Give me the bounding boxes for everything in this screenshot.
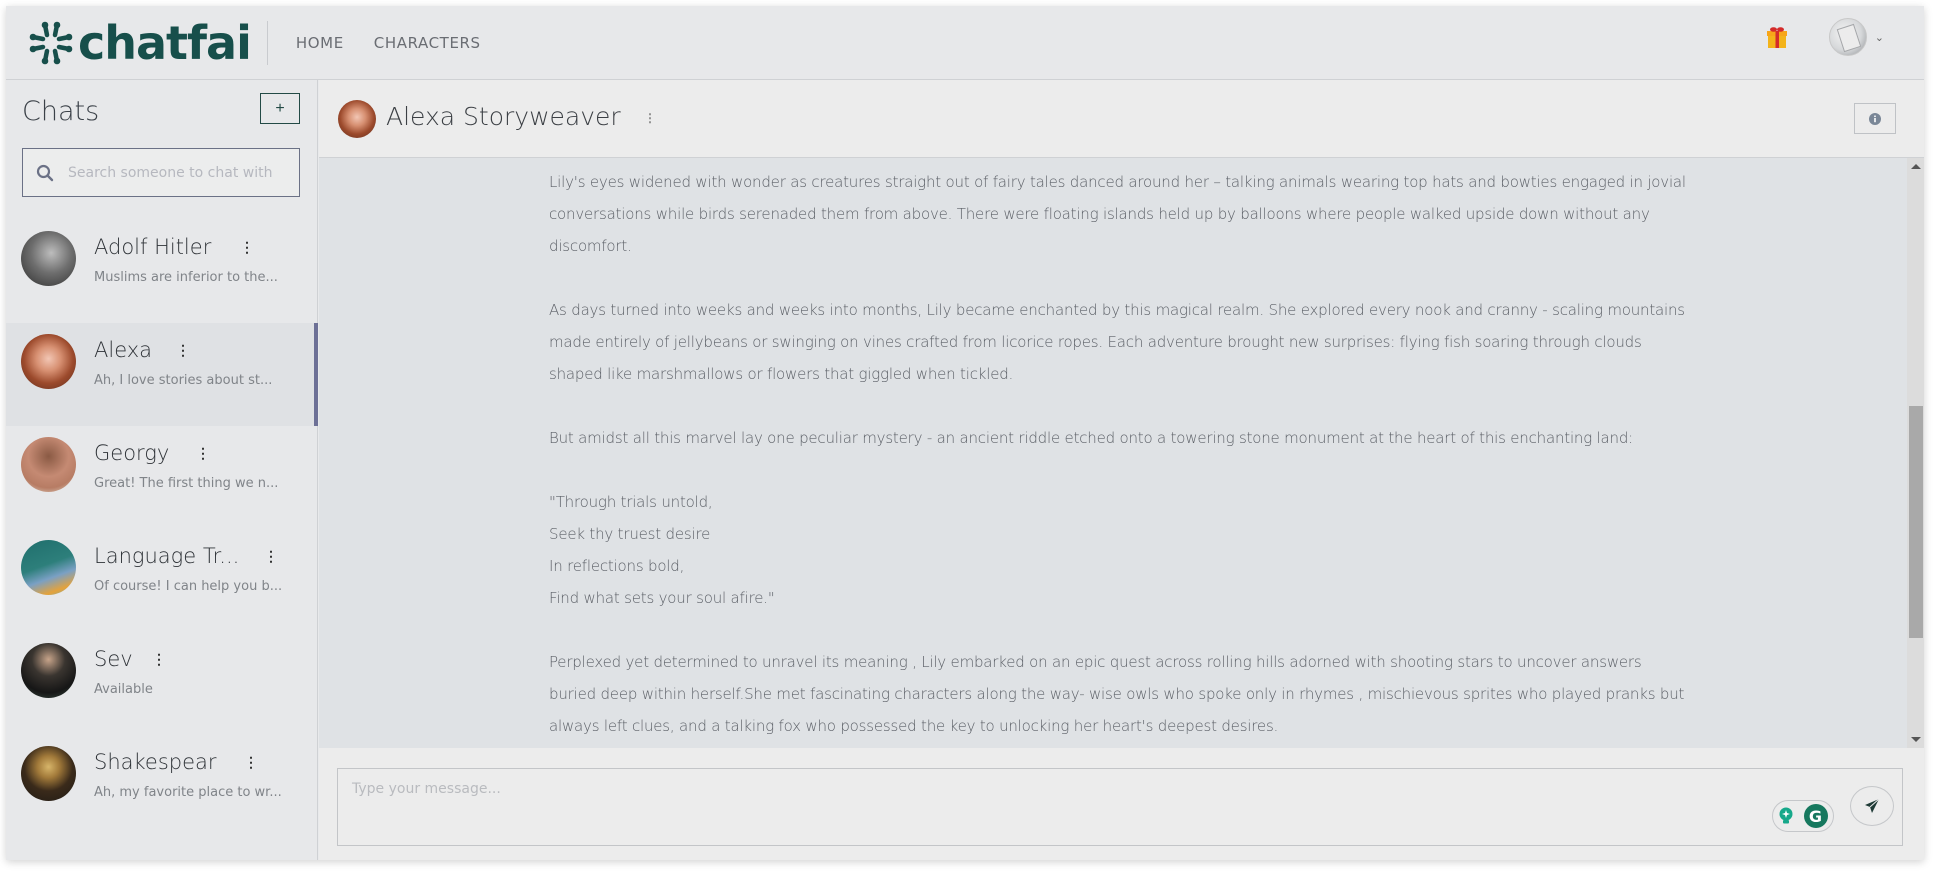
scroll-up-icon[interactable] — [1911, 164, 1921, 169]
chat-name: Sev — [94, 647, 133, 671]
search-box[interactable] — [22, 148, 300, 197]
message-input[interactable] — [337, 768, 1903, 846]
user-avatar[interactable] — [1828, 18, 1867, 56]
character-avatar[interactable] — [338, 100, 376, 138]
grammarly-widget[interactable]: G — [1772, 800, 1834, 832]
chats-sidebar: Chats + Adolf Hitler ⋮ Muslims are infer… — [6, 80, 318, 860]
chat-name: Georgy — [94, 441, 170, 465]
chat-item-sev[interactable]: Sev ⋮ Available — [6, 632, 318, 735]
chat-options-icon[interactable]: ⋮ — [196, 445, 210, 462]
nav-divider — [266, 20, 268, 65]
chat-name: Language Tr... — [94, 544, 240, 568]
avatar — [21, 540, 76, 595]
send-icon — [1865, 798, 1880, 813]
ai-message: Lily's eyes widened with wonder as creat… — [549, 166, 1689, 748]
search-icon — [36, 164, 54, 181]
brand-name: chatfai — [78, 15, 252, 70]
chat-options-icon[interactable]: ⋮ — [152, 651, 166, 668]
info-icon — [1869, 112, 1881, 125]
verse-line: Find what sets your soul afire." — [549, 589, 775, 607]
avatar — [21, 437, 76, 492]
send-button[interactable] — [1850, 786, 1894, 826]
verse-line: "Through trials untold, — [549, 493, 713, 511]
chat-name: Alexa — [94, 338, 153, 362]
chat-item-language-tutor[interactable]: Language Tr... ⋮ Of course! I can help y… — [6, 529, 318, 632]
chat-name: Shakespear — [94, 750, 217, 774]
chat-preview: Available — [94, 682, 153, 697]
chat-options-icon[interactable]: ⋮ — [240, 239, 254, 256]
grammarly-icon[interactable]: G — [1803, 804, 1828, 828]
lightbulb-icon — [1779, 807, 1792, 824]
avatar — [21, 231, 76, 286]
logo[interactable]: chatfai — [28, 13, 252, 73]
chat-preview: Of course! I can help you b... — [94, 579, 283, 594]
verse-line: In reflections bold, — [549, 557, 685, 575]
chat-options-icon[interactable]: ⋮ — [264, 548, 278, 565]
chat-header: Alexa Storyweaver ⋮ — [319, 80, 1924, 158]
chat-item-georgy[interactable]: Georgy ⋮ Great! The first thing we n... — [6, 426, 318, 529]
nav-home-link[interactable]: HOME — [296, 34, 344, 52]
info-button[interactable] — [1854, 103, 1896, 134]
new-chat-button[interactable]: + — [260, 93, 300, 124]
chat-preview: Muslims are inferior to the... — [94, 270, 278, 285]
scrollbar-thumb[interactable] — [1909, 406, 1923, 638]
search-input[interactable] — [68, 164, 288, 181]
chat-item-alexa[interactable]: Alexa ⋮ Ah, I love stories about st... — [6, 323, 318, 426]
chat-preview: Ah, my favorite place to wr... — [94, 785, 282, 800]
chat-options-icon[interactable]: ⋮ — [176, 342, 190, 359]
sidebar-title: Chats — [22, 96, 100, 127]
nav-characters-link[interactable]: CHARACTERS — [374, 34, 481, 52]
chat-item-shakespear[interactable]: Shakespear ⋮ Ah, my favorite place to wr… — [6, 735, 318, 838]
message-paragraph: Lily's eyes widened with wonder as creat… — [549, 173, 1686, 255]
message-paragraph: As days turned into weeks and weeks into… — [549, 301, 1685, 383]
chat-name: Adolf Hitler — [94, 235, 212, 259]
nav-right: ⌄ — [1765, 18, 1884, 56]
top-navbar: chatfai HOME CHARACTERS ⌄ — [6, 6, 1924, 80]
scroll-down-icon[interactable] — [1911, 737, 1921, 742]
app-window: chatfai HOME CHARACTERS ⌄ Chats + Search… — [6, 6, 1924, 860]
character-options-icon[interactable]: ⋮ — [644, 111, 656, 125]
chat-preview: Great! The first thing we n... — [94, 476, 279, 491]
chevron-down-icon[interactable]: ⌄ — [1875, 31, 1884, 44]
message-area[interactable]: Lily's eyes widened with wonder as creat… — [319, 158, 1924, 748]
character-name: Alexa Storyweaver — [386, 102, 621, 131]
chat-preview: Ah, I love stories about st... — [94, 373, 273, 388]
chat-options-icon[interactable]: ⋮ — [244, 754, 258, 771]
chat-list: Adolf Hitler ⋮ Muslims are inferior to t… — [6, 220, 318, 838]
logo-icon — [29, 21, 73, 64]
avatar — [21, 334, 76, 389]
user-menu[interactable]: ⌄ — [1828, 18, 1884, 56]
message-paragraph: But amidst all this marvel lay one pecul… — [549, 429, 1634, 447]
verse-line: Seek thy truest desire — [549, 525, 711, 543]
message-scrollbar[interactable] — [1907, 158, 1924, 748]
chat-item-adolf-hitler[interactable]: Adolf Hitler ⋮ Muslims are inferior to t… — [6, 220, 318, 323]
gift-icon[interactable] — [1765, 25, 1789, 49]
message-paragraph: Perplexed yet determined to unravel its … — [549, 653, 1685, 735]
avatar — [21, 746, 76, 801]
message-composer: G — [319, 748, 1924, 860]
avatar — [21, 643, 76, 698]
